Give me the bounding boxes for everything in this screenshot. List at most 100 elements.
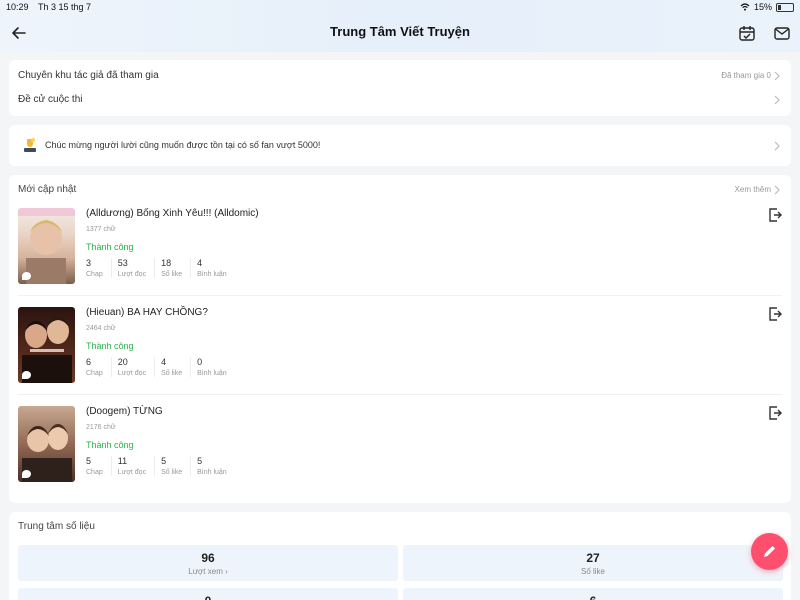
story-title: (Doogem) TỪNG	[86, 406, 163, 417]
stat-comments: 5 Bình luận	[197, 456, 235, 476]
status-date: Th 3 15 thg 7	[38, 2, 92, 12]
story-stats: 3 Chap 53 Lượt đọc 18 Số like 4 Bình luận	[86, 258, 241, 278]
stat-comments: 0 Bình luận	[197, 357, 235, 377]
stat-reads: 11 Lượt đọc	[117, 456, 156, 476]
stat-value: 4	[197, 258, 203, 268]
stat-value: 4	[161, 357, 167, 367]
page-title: Trung Tâm Viết Truyện	[330, 24, 470, 39]
wifi-icon	[740, 3, 750, 11]
status-text: Thành công	[86, 440, 134, 450]
chevron-right-icon	[774, 185, 780, 195]
chevron-right-icon	[774, 141, 780, 151]
status-text: Thành công	[86, 242, 134, 252]
story-cover	[18, 406, 75, 482]
stat-label: Số like	[161, 469, 183, 476]
data-center-title: Trung tâm số liệu	[18, 521, 95, 532]
top-bar: 10:29 Th 3 15 thg 7 15% Trung Tâm Viết T…	[0, 0, 800, 52]
see-more-link[interactable]: Xem thêm	[735, 185, 771, 194]
stat-value: 18	[161, 258, 172, 268]
data-center-card: Trung tâm số liệu 96 Lượt xem › 27 Số li…	[9, 512, 791, 600]
stat-label: Lượt đọc	[117, 370, 147, 377]
updates-card: Mới cập nhật Xem thêm (Alldương) Bống Xi…	[9, 175, 791, 503]
stat-chap: 3 Chap	[86, 258, 112, 278]
chevron-right-icon	[774, 71, 780, 81]
likes-label: Số like	[580, 567, 605, 576]
story-title: (Alldương) Bống Xinh Yêu!!! (Alldomic)	[86, 208, 259, 219]
stat-reads: 53 Lượt đọc	[117, 258, 156, 278]
contest-row[interactable]: Đề cử cuộc thi	[9, 88, 791, 112]
word-count: 2464 chữ	[86, 325, 116, 332]
battery-percent: 15%	[753, 2, 772, 12]
views-label-text: Lượt xem	[188, 567, 223, 576]
stat-label: Số like	[161, 271, 183, 278]
views-label: Lượt xem ›	[188, 567, 228, 576]
comment-bubble-icon	[22, 470, 31, 478]
mail-icon[interactable]	[773, 24, 791, 42]
story-cover	[18, 208, 75, 284]
stat-likes: 5 Số like	[161, 456, 192, 476]
status-bar: 10:29 Th 3 15 thg 7 15%	[0, 0, 800, 16]
stat-value: 5	[197, 456, 203, 466]
stat-value: 6	[86, 357, 92, 367]
story-item[interactable]: (Hieuan) BA HAY CHỒNG? 2464 chữ Thành cô…	[9, 307, 791, 405]
stat-likes: 18 Số like	[161, 258, 192, 278]
joined-count: Đã tham gia 0	[721, 71, 771, 80]
notice-card[interactable]: Chúc mừng người lười cũng muốn được tồn …	[9, 125, 791, 166]
menu-card: Chuyên khu tác giả đã tham gia Đã tham g…	[9, 60, 791, 116]
stat-label: Chap	[86, 370, 103, 377]
stat-value: 11	[117, 456, 128, 466]
write-fab-button[interactable]	[751, 533, 788, 570]
pencil-icon	[764, 546, 775, 557]
stat-label: Lượt đọc	[117, 469, 147, 476]
export-icon[interactable]	[768, 406, 782, 420]
stat-tile: 0	[18, 588, 398, 600]
status-right: 15%	[740, 2, 794, 12]
story-item[interactable]: (Alldương) Bống Xinh Yêu!!! (Alldomic) 1…	[9, 208, 791, 306]
calendar-icon[interactable]	[738, 24, 756, 42]
trophy-icon	[24, 138, 36, 152]
stat-label: Lượt đọc	[117, 271, 147, 278]
story-item[interactable]: (Doogem) TỪNG 2176 chữ Thành công 5 Chap …	[9, 406, 791, 504]
stat-reads: 20 Lượt đọc	[117, 357, 156, 377]
status-time: 10:29	[6, 2, 29, 12]
stat-value: 20	[117, 357, 128, 367]
stat-label: Chap	[86, 469, 103, 476]
stat-label: Số like	[161, 370, 183, 377]
chevron-right-icon	[774, 95, 780, 105]
word-count: 1377 chữ	[86, 226, 116, 233]
author-zone-row[interactable]: Chuyên khu tác giả đã tham gia Đã tham g…	[9, 64, 791, 88]
views-tile[interactable]: 96 Lượt xem ›	[18, 545, 398, 581]
stat-tile-value: 6	[403, 594, 783, 600]
stat-label: Bình luận	[197, 271, 227, 278]
comment-bubble-icon	[22, 272, 31, 280]
updates-title: Mới cập nhật	[18, 184, 77, 195]
stat-chap: 6 Chap	[86, 357, 112, 377]
stat-label: Bình luận	[197, 370, 227, 377]
stat-comments: 4 Bình luận	[197, 258, 235, 278]
story-stats: 6 Chap 20 Lượt đọc 4 Số like 0 Bình luận	[86, 357, 241, 377]
stat-chap: 5 Chap	[86, 456, 112, 476]
divider	[18, 295, 782, 296]
divider	[18, 394, 782, 395]
contest-label: Đề cử cuộc thi	[18, 94, 83, 105]
story-title: (Hieuan) BA HAY CHỒNG?	[86, 307, 208, 318]
likes-tile: 27 Số like	[403, 545, 783, 581]
author-zone-label: Chuyên khu tác giả đã tham gia	[18, 70, 159, 81]
story-cover	[18, 307, 75, 383]
stat-likes: 4 Số like	[161, 357, 192, 377]
likes-value: 27	[586, 551, 600, 565]
stat-value: 5	[161, 456, 167, 466]
stat-value: 0	[197, 357, 203, 367]
battery-icon	[776, 2, 794, 12]
stat-tile-value: 0	[18, 594, 398, 600]
notice-text: Chúc mừng người lười cũng muốn được tồn …	[45, 140, 321, 150]
export-icon[interactable]	[768, 307, 782, 321]
comment-bubble-icon	[22, 371, 31, 379]
stat-value: 5	[86, 456, 92, 466]
export-icon[interactable]	[768, 208, 782, 222]
status-text: Thành công	[86, 341, 134, 351]
stat-tile: 6	[403, 588, 783, 600]
views-value: 96	[201, 551, 215, 565]
stat-value: 53	[117, 258, 128, 268]
story-stats: 5 Chap 11 Lượt đọc 5 Số like 5 Bình luận	[86, 456, 241, 476]
